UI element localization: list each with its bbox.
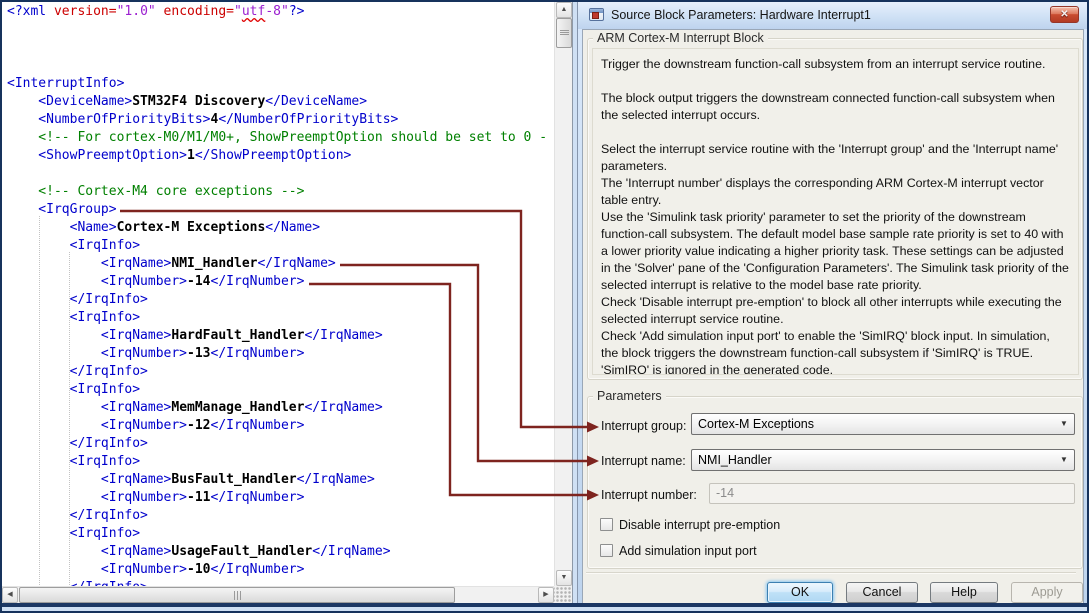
horizontal-scroll-thumb[interactable] <box>19 587 455 603</box>
description-paragraph: Trigger the downstream function-call sub… <box>601 56 1070 73</box>
dialog-title: Source Block Parameters: Hardware Interr… <box>611 2 871 28</box>
interrupt-name-value: NMI_Handler <box>698 450 772 470</box>
parameters-legend: Parameters <box>593 389 666 403</box>
ok-button[interactable]: OK <box>767 582 833 603</box>
dialog-titlebar[interactable]: Source Block Parameters: Hardware Interr… <box>578 2 1087 29</box>
chevron-down-icon: ▼ <box>1058 450 1070 470</box>
cancel-button[interactable]: Cancel <box>846 582 918 603</box>
interrupt-name-label: Interrupt name: <box>601 454 686 468</box>
close-icon: ✕ <box>1060 9 1068 20</box>
interrupt-group-value: Cortex-M Exceptions <box>698 414 814 434</box>
code-line <box>7 57 554 75</box>
thumb-grip <box>560 30 569 31</box>
interrupt-group-dropdown[interactable]: Cortex-M Exceptions ▼ <box>691 413 1075 435</box>
code-line: </IrqInfo> <box>7 291 554 309</box>
code-line: <!-- For cortex-M0/M1/M0+, ShowPreemptOp… <box>7 129 554 147</box>
interrupt-number-label: Interrupt number: <box>601 488 697 502</box>
resize-grip <box>554 586 572 603</box>
editor-horizontal-scrollbar[interactable]: ◀ ▶ <box>2 586 554 603</box>
vertical-scroll-thumb[interactable] <box>556 18 572 48</box>
description-paragraph: Check 'Disable interrupt pre-emption' to… <box>601 294 1070 328</box>
window-bottom-border <box>2 603 1087 607</box>
apply-button[interactable]: Apply <box>1011 582 1083 603</box>
block-parameters-icon <box>589 8 604 21</box>
block-heading: ARM Cortex-M Interrupt Block <box>593 31 768 45</box>
thumb-grip <box>237 591 238 600</box>
code-line <box>7 21 554 39</box>
scroll-down-icon[interactable]: ▼ <box>556 570 572 586</box>
source-block-parameters-dialog: Source Block Parameters: Hardware Interr… <box>577 2 1087 603</box>
code-lines[interactable]: <?xml version="1.0" encoding="utf-8"?> <I… <box>2 2 554 586</box>
chevron-down-icon: ▼ <box>1058 414 1070 434</box>
code-line <box>7 165 554 183</box>
disable-preemption-label: Disable interrupt pre-emption <box>619 518 780 532</box>
code-line: <!-- Cortex-M4 core exceptions --> <box>7 183 554 201</box>
description-paragraph: Select the interrupt service routine wit… <box>601 141 1070 175</box>
code-line: <IrqNumber>-10</IrqNumber> <box>7 561 554 579</box>
scroll-right-icon[interactable]: ▶ <box>538 587 554 603</box>
code-line: </IrqInfo> <box>7 507 554 525</box>
code-line: <?xml version="1.0" encoding="utf-8"?> <box>7 3 554 21</box>
interrupt-number-field: -14 <box>709 483 1075 504</box>
description-paragraph: The block output triggers the downstream… <box>601 90 1070 124</box>
block-description: Trigger the downstream function-call sub… <box>592 48 1079 375</box>
screenshot-frame: <?xml version="1.0" encoding="utf-8"?> <I… <box>0 0 1089 613</box>
add-sim-input-checkbox[interactable] <box>600 544 613 557</box>
help-button[interactable]: Help <box>930 582 998 603</box>
description-paragraph: Use the 'Simulink task priority' paramet… <box>601 209 1070 294</box>
code-line: </IrqInfo> <box>7 579 554 586</box>
code-line: <IrqName>MemManage_Handler</IrqName> <box>7 399 554 417</box>
code-line: <ShowPreemptOption>1</ShowPreemptOption> <box>7 147 554 165</box>
code-line: <IrqNumber>-11</IrqNumber> <box>7 489 554 507</box>
code-line: <Name>Cortex-M Exceptions</Name> <box>7 219 554 237</box>
code-line: <IrqName>UsageFault_Handler</IrqName> <box>7 543 554 561</box>
code-line: <IrqNumber>-14</IrqNumber> <box>7 273 554 291</box>
code-line: <InterruptInfo> <box>7 75 554 93</box>
code-line: <IrqName>HardFault_Handler</IrqName> <box>7 327 554 345</box>
code-line: <IrqName>NMI_Handler</IrqName> <box>7 255 554 273</box>
code-line: <IrqGroup> <box>7 201 554 219</box>
description-paragraph: Check 'Add simulation input port' to ena… <box>601 328 1070 362</box>
code-line: </IrqInfo> <box>7 435 554 453</box>
add-sim-input-label: Add simulation input port <box>619 544 757 558</box>
indent-guide <box>69 252 70 585</box>
code-line: <IrqName>BusFault_Handler</IrqName> <box>7 471 554 489</box>
interrupt-name-dropdown[interactable]: NMI_Handler ▼ <box>691 449 1075 471</box>
description-paragraph: 'SimIRQ' is ignored in the generated cod… <box>601 362 1070 375</box>
editor-vertical-scrollbar[interactable]: ▲ ▼ <box>554 2 572 586</box>
code-line <box>7 39 554 57</box>
code-line: <IrqNumber>-12</IrqNumber> <box>7 417 554 435</box>
code-line: </IrqInfo> <box>7 363 554 381</box>
interrupt-group-label: Interrupt group: <box>601 419 686 433</box>
code-line: <IrqInfo> <box>7 525 554 543</box>
close-button[interactable]: ✕ <box>1050 6 1079 23</box>
code-line: <IrqNumber>-13</IrqNumber> <box>7 345 554 363</box>
indent-guide <box>39 216 40 585</box>
button-separator <box>586 572 1076 574</box>
code-line: <IrqInfo> <box>7 237 554 255</box>
code-line: <IrqInfo> <box>7 453 554 471</box>
scroll-up-icon[interactable]: ▲ <box>556 2 572 18</box>
xml-editor-pane[interactable]: <?xml version="1.0" encoding="utf-8"?> <I… <box>2 2 573 603</box>
code-line: <IrqInfo> <box>7 381 554 399</box>
scroll-left-icon[interactable]: ◀ <box>2 587 18 603</box>
interrupt-number-value: -14 <box>716 484 734 503</box>
code-line: <IrqInfo> <box>7 309 554 327</box>
description-paragraph: The 'Interrupt number' displays the corr… <box>601 175 1070 209</box>
code-line: <DeviceName>STM32F4 Discovery</DeviceNam… <box>7 93 554 111</box>
disable-preemption-checkbox[interactable] <box>600 518 613 531</box>
code-line: <NumberOfPriorityBits>4</NumberOfPriorit… <box>7 111 554 129</box>
